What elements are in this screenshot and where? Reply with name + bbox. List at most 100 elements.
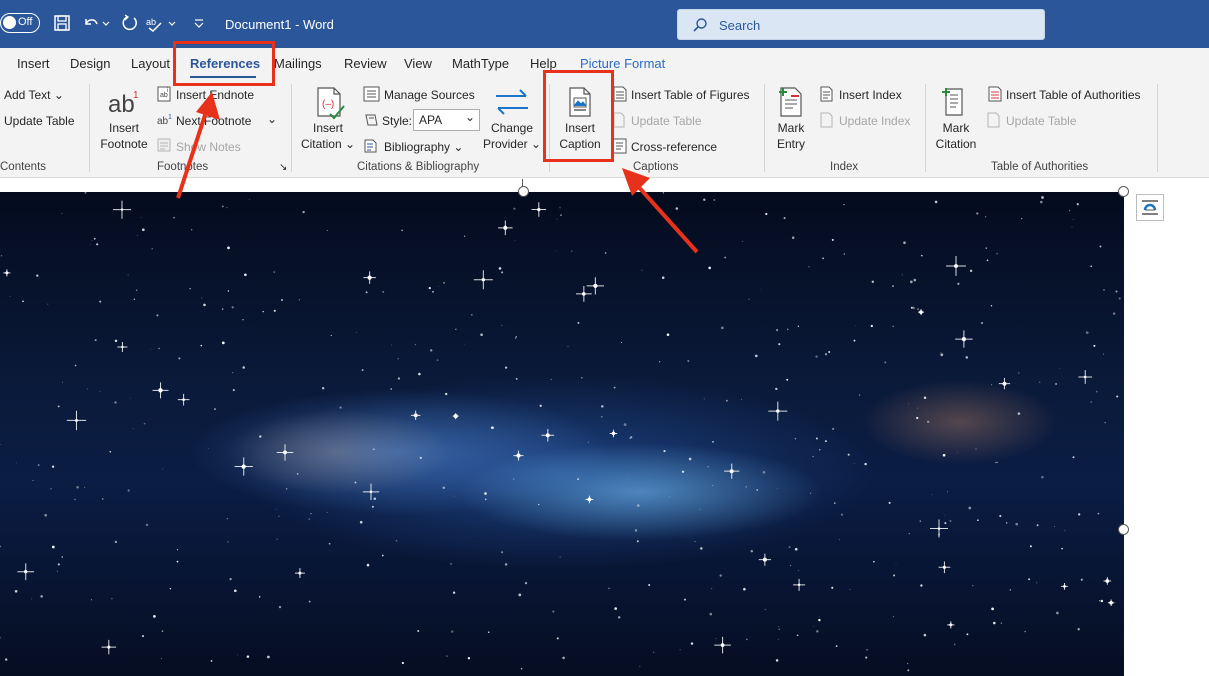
insert-index-button[interactable]: Insert Index: [839, 88, 902, 102]
insert-table-of-figures-button[interactable]: Insert Table of Figures: [631, 88, 750, 102]
insert-table-of-figures-icon: [613, 86, 627, 102]
star: [1056, 611, 1059, 615]
star: [870, 324, 873, 328]
bright-star-core: [776, 409, 780, 413]
layout-options-button[interactable]: [1136, 194, 1164, 221]
star: [917, 407, 918, 409]
mark-citation-button[interactable]: Mark Citation: [928, 120, 984, 152]
star: [700, 547, 703, 550]
star: [467, 657, 471, 660]
star: [942, 453, 946, 457]
bright-star-core: [937, 527, 941, 530]
bright-star-core: [241, 464, 246, 469]
update-table-authorities-button[interactable]: Update Table: [1006, 114, 1077, 128]
star: [395, 539, 398, 542]
autosave-knob: [3, 16, 16, 29]
tab-view[interactable]: View: [404, 56, 432, 71]
resize-handle-right[interactable]: [1118, 524, 1129, 535]
update-toc-button[interactable]: Update Table: [4, 114, 75, 128]
spelling-dropdown-icon[interactable]: [168, 14, 176, 32]
star: [613, 386, 616, 389]
manage-sources-button[interactable]: Manage Sources: [384, 88, 475, 102]
footnotes-dialog-launcher-icon[interactable]: ↘: [279, 162, 287, 173]
spelling-icon[interactable]: ab: [146, 14, 164, 32]
star: [233, 589, 237, 593]
star: [491, 426, 494, 430]
change-provider-button[interactable]: Change Provider ⌄: [480, 120, 544, 152]
star: [414, 343, 417, 346]
add-text-button[interactable]: Add Text ⌄: [4, 88, 64, 102]
citations-group-label: Citations & Bibliography: [357, 161, 480, 173]
next-footnote-button[interactable]: Next Footnote: [176, 114, 251, 128]
star: [1039, 381, 1041, 383]
star: [84, 192, 87, 194]
insert-footnote-icon[interactable]: ab 1: [106, 86, 142, 118]
save-icon[interactable]: [53, 14, 71, 32]
tab-design[interactable]: Design: [70, 56, 110, 71]
tab-review[interactable]: Review: [344, 56, 387, 71]
star: [819, 449, 821, 451]
star: [178, 357, 181, 360]
star: [913, 278, 917, 282]
star: [762, 470, 766, 474]
insert-citation-line2-text: Citation: [300, 137, 342, 151]
tab-mailings[interactable]: Mailings: [274, 56, 322, 71]
star: [1072, 218, 1074, 220]
star: [831, 238, 834, 241]
star: [513, 478, 515, 480]
redo-icon[interactable]: [120, 14, 138, 32]
star: [74, 498, 76, 501]
insert-citation-icon[interactable]: (–): [314, 86, 346, 120]
tab-help[interactable]: Help: [530, 56, 557, 71]
star: [587, 441, 590, 443]
resize-handle-top-right[interactable]: [1118, 186, 1129, 197]
update-index-button[interactable]: Update Index: [839, 114, 910, 128]
star: [298, 299, 300, 301]
galaxy-image[interactable]: [0, 192, 1124, 676]
undo-dropdown-icon[interactable]: [102, 14, 110, 32]
star: [555, 250, 557, 252]
star: [703, 398, 705, 400]
show-notes-button[interactable]: Show Notes: [176, 140, 241, 154]
mark-entry-button[interactable]: Mark Entry: [764, 120, 818, 152]
star: [687, 359, 690, 363]
insert-endnote-button[interactable]: Insert Endnote: [176, 88, 254, 102]
change-provider-icon[interactable]: [494, 86, 530, 118]
bright-star-core: [5, 271, 9, 275]
style-dropdown[interactable]: APA ⌄: [413, 109, 480, 131]
star: [262, 310, 264, 313]
star: [1085, 331, 1089, 334]
customize-qat-icon[interactable]: [190, 14, 208, 32]
resize-handle-top[interactable]: [518, 186, 529, 197]
star: [853, 462, 855, 464]
insert-citation-button[interactable]: Insert Citation ⌄: [300, 120, 356, 152]
insert-index-icon: [820, 86, 833, 102]
tab-layout[interactable]: Layout: [131, 56, 170, 71]
star: [884, 361, 887, 364]
tab-insert[interactable]: Insert: [17, 56, 50, 71]
star: [859, 394, 861, 396]
star: [259, 435, 262, 438]
bright-star-core: [453, 414, 458, 419]
search-box[interactable]: Search: [677, 9, 1045, 40]
bibliography-button[interactable]: Bibliography ⌄: [384, 140, 463, 154]
star: [742, 240, 744, 242]
autosave-toggle[interactable]: Off: [0, 13, 40, 33]
update-table-figures-button[interactable]: Update Table: [631, 114, 702, 128]
star: [308, 600, 311, 603]
star: [156, 314, 159, 317]
cross-reference-button[interactable]: Cross-reference: [631, 140, 717, 154]
next-footnote-dropdown-icon[interactable]: ⌄: [267, 112, 277, 126]
tab-picture-format[interactable]: Picture Format: [580, 56, 665, 71]
insert-footnote-button[interactable]: Insert Footnote: [96, 120, 152, 152]
mark-citation-icon[interactable]: [940, 86, 970, 118]
star: [977, 519, 979, 522]
star: [50, 488, 52, 490]
undo-icon[interactable]: [82, 14, 100, 32]
insert-citation-line1: Insert: [312, 121, 343, 135]
chevron-down-icon: ⌄: [53, 88, 64, 102]
mark-entry-icon[interactable]: [777, 86, 805, 118]
insert-table-of-authorities-button[interactable]: Insert Table of Authorities: [1006, 88, 1141, 102]
star: [418, 372, 421, 376]
tab-mathtype[interactable]: MathType: [452, 56, 509, 71]
